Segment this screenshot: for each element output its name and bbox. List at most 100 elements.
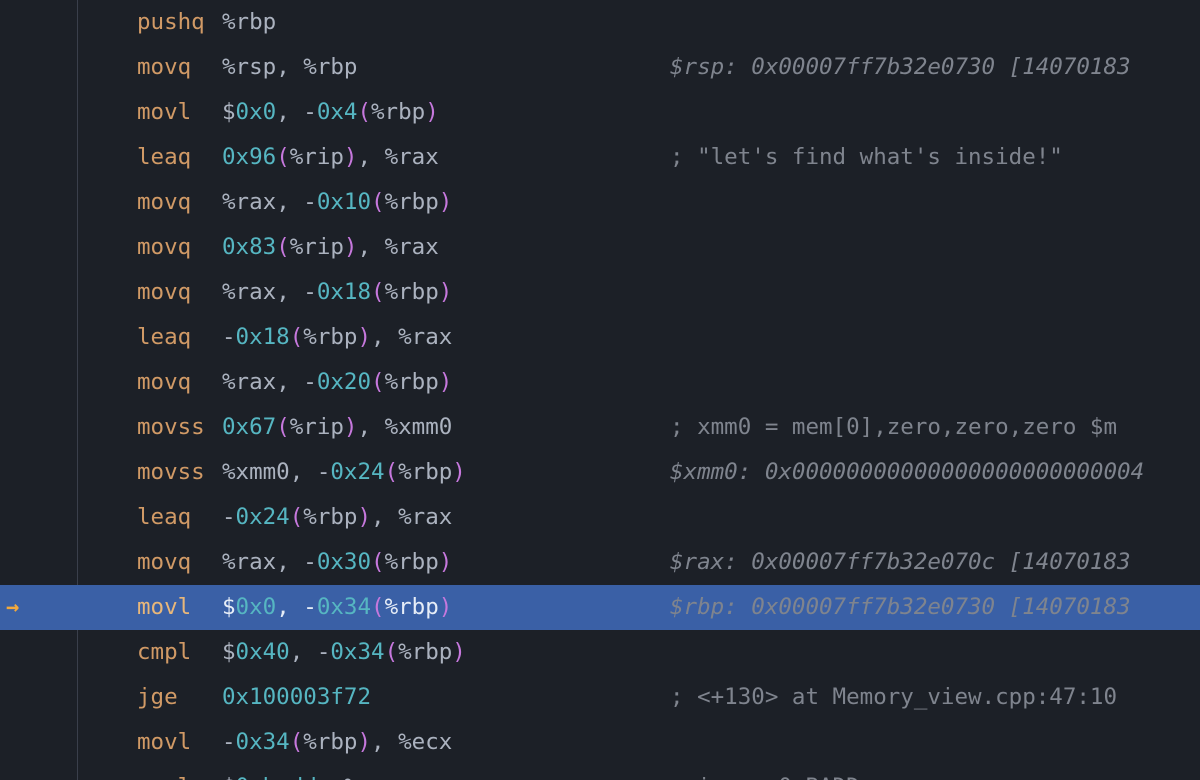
operand-token: %rbp — [222, 9, 276, 35]
asm-line[interactable]: movq%rax, -0x20(%rbp) — [0, 360, 1200, 405]
asm-line[interactable]: movss%xmm0, -0x24(%rbp)$xmm0: 0x00000000… — [0, 450, 1200, 495]
operand-token: ) — [439, 189, 453, 215]
operand-token: ( — [385, 639, 399, 665]
operand-token: %rax — [385, 144, 439, 170]
operand-token: %rbp — [385, 189, 439, 215]
asm-line[interactable]: leaq0x96(%rip), %rax; "let's find what's… — [0, 135, 1200, 180]
operand-token: %xmm0 — [385, 414, 453, 440]
operand-token: %rax — [222, 549, 276, 575]
operand-token: ) — [344, 144, 358, 170]
gutter[interactable] — [0, 495, 77, 540]
program-counter-arrow-icon: → — [6, 597, 16, 619]
asm-line[interactable]: cmpl$0x40, -0x34(%rbp) — [0, 630, 1200, 675]
operand-token: %rbp — [303, 54, 357, 80]
gutter[interactable] — [0, 225, 77, 270]
comment-annotation: ; "let's find what's inside!" — [670, 135, 1063, 180]
asm-code: movq%rax, -0x20(%rbp) — [77, 371, 452, 394]
operand-token: , - — [276, 279, 317, 305]
operands: %rbp — [222, 11, 276, 34]
asm-code: movl$0xbadd, %eax — [77, 776, 398, 780]
operand-token: 0x0 — [236, 99, 277, 125]
operand-token: 0x20 — [317, 369, 371, 395]
disassembly-view[interactable]: pushq%rbpmovq%rsp, %rbp$rsp: 0x00007ff7b… — [0, 0, 1200, 780]
asm-line[interactable]: movq%rax, -0x18(%rbp) — [0, 270, 1200, 315]
operand-token: ) — [452, 639, 466, 665]
asm-line[interactable]: movq0x83(%rip), %rax — [0, 225, 1200, 270]
operand-token: ( — [371, 594, 385, 620]
operand-token: 0x83 — [222, 234, 276, 260]
asm-line[interactable]: movl$0xbadd, %eax; imm = 0xBADD — [0, 765, 1200, 780]
gutter[interactable] — [0, 405, 77, 450]
gutter[interactable] — [0, 765, 77, 780]
gutter[interactable] — [0, 90, 77, 135]
gutter[interactable] — [0, 45, 77, 90]
gutter[interactable] — [0, 270, 77, 315]
operand-token: ) — [439, 549, 453, 575]
operands: %rax, -0x20(%rbp) — [222, 371, 452, 394]
mnemonic: movss — [137, 461, 222, 484]
mnemonic: movl — [137, 596, 222, 619]
gutter[interactable] — [0, 0, 77, 45]
operand-token: $ — [222, 99, 236, 125]
operand-token: %rbp — [385, 279, 439, 305]
register-value-annotation: $xmm0: 0x00000000000000000000000004 — [670, 450, 1144, 495]
asm-line[interactable]: jge0x100003f72; <+130> at Memory_view.cp… — [0, 675, 1200, 720]
asm-line[interactable]: → movl$0x0, -0x34(%rbp) $rbp: 0x00007ff7b3… — [0, 585, 1200, 630]
operand-token: %rax — [398, 324, 452, 350]
operand-token: 0x67 — [222, 414, 276, 440]
gutter[interactable] — [0, 450, 77, 495]
mnemonic: leaq — [137, 146, 222, 169]
mnemonic: jge — [137, 686, 222, 709]
mnemonic: leaq — [137, 506, 222, 529]
comment-annotation: ; xmm0 = mem[0],zero,zero,zero $m — [670, 405, 1117, 450]
asm-line[interactable]: movq%rax, -0x30(%rbp)$rax: 0x00007ff7b32… — [0, 540, 1200, 585]
gutter[interactable] — [0, 630, 77, 675]
operand-token: $ — [222, 639, 236, 665]
operand-token: $ — [222, 594, 236, 620]
operand-token: 0x10 — [317, 189, 371, 215]
register-value-annotation: $rsp: 0x00007ff7b32e0730 [14070183 — [670, 45, 1131, 90]
operand-token: , — [371, 504, 398, 530]
gutter[interactable] — [0, 360, 77, 405]
asm-line[interactable]: leaq-0x18(%rbp), %rax — [0, 315, 1200, 360]
operand-token: , — [357, 144, 384, 170]
gutter[interactable] — [0, 180, 77, 225]
mnemonic: movq — [137, 371, 222, 394]
operand-token: %rbp — [385, 594, 439, 620]
gutter[interactable] — [0, 540, 77, 585]
gutter[interactable] — [0, 135, 77, 180]
asm-code: movq%rax, -0x10(%rbp) — [77, 191, 452, 214]
operands: -0x34(%rbp), %ecx — [222, 731, 452, 754]
gutter[interactable] — [0, 315, 77, 360]
operand-token: %xmm0 — [222, 459, 290, 485]
mnemonic: movss — [137, 416, 222, 439]
gutter[interactable]: → — [0, 585, 77, 630]
asm-line[interactable]: movq%rsp, %rbp$rsp: 0x00007ff7b32e0730 [… — [0, 45, 1200, 90]
operands: $0x0, -0x4(%rbp) — [222, 101, 439, 124]
mnemonic: pushq — [137, 11, 222, 34]
asm-line[interactable]: leaq-0x24(%rbp), %rax — [0, 495, 1200, 540]
asm-line[interactable]: movl$0x0, -0x4(%rbp) — [0, 90, 1200, 135]
asm-line[interactable]: movq%rax, -0x10(%rbp) — [0, 180, 1200, 225]
operands: $0xbadd, %eax — [222, 776, 398, 780]
operand-token: - — [222, 504, 236, 530]
asm-line[interactable]: movl-0x34(%rbp), %ecx — [0, 720, 1200, 765]
comment-annotation: ; <+130> at Memory_view.cpp:47:10 — [670, 675, 1117, 720]
mnemonic: movq — [137, 281, 222, 304]
asm-line[interactable]: movss0x67(%rip), %xmm0; xmm0 = mem[0],ze… — [0, 405, 1200, 450]
operand-token: ( — [371, 279, 385, 305]
operand-token: %rax — [222, 369, 276, 395]
operands: $0x0, -0x34(%rbp) — [222, 596, 452, 619]
register-value-annotation: $rbp: 0x00007ff7b32e0730 [14070183 — [670, 585, 1131, 630]
gutter[interactable] — [0, 675, 77, 720]
operand-token: ( — [385, 459, 399, 485]
operand-token: 0x34 — [236, 729, 290, 755]
asm-line[interactable]: pushq%rbp — [0, 0, 1200, 45]
operand-token: , - — [290, 639, 331, 665]
operand-token: %rip — [290, 234, 344, 260]
operand-token: ) — [357, 324, 371, 350]
operand-token: ( — [371, 369, 385, 395]
operand-token: , — [276, 54, 303, 80]
gutter[interactable] — [0, 720, 77, 765]
operand-token: %eax — [344, 774, 398, 780]
